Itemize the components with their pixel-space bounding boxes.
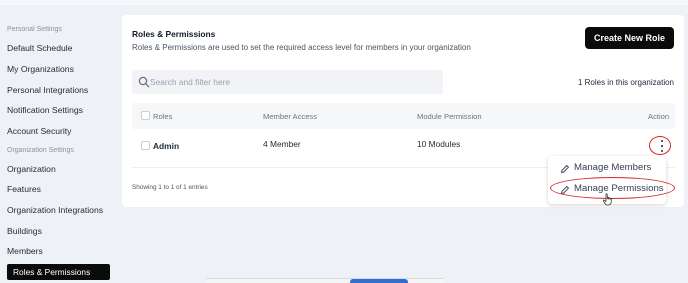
column-header-module-permission: Module Permission	[417, 112, 482, 121]
sidebar-section-personal: Personal Settings	[7, 26, 62, 33]
annotation-circle-action	[649, 136, 671, 155]
bottom-bar	[206, 278, 444, 283]
search-bar[interactable]	[132, 70, 443, 94]
table-header: Roles Member Access Module Permission Ac…	[132, 103, 675, 129]
pencil-icon	[561, 165, 569, 173]
entries-info: Showing 1 to 1 of 1 entries	[132, 184, 208, 191]
page-description: Roles & Permissions are used to set the …	[132, 43, 471, 52]
select-all-checkbox[interactable]	[141, 111, 150, 120]
column-header-roles: Roles	[153, 112, 173, 121]
sidebar-section-organization: Organization Settings	[7, 147, 74, 154]
sidebar-item-features[interactable]: Features	[7, 184, 41, 194]
sidebar-item-my-organizations[interactable]: My Organizations	[7, 64, 74, 74]
sidebar-item-personal-integrations[interactable]: Personal Integrations	[7, 85, 88, 95]
create-new-role-button[interactable]: Create New Role	[585, 27, 674, 49]
sidebar-item-members[interactable]: Members	[7, 246, 43, 256]
sidebar: Personal Settings Default Schedule My Or…	[0, 5, 118, 283]
role-name: Admin	[153, 141, 180, 151]
sidebar-item-notification-settings[interactable]: Notification Settings	[7, 105, 83, 115]
column-header-action: Action	[648, 112, 670, 121]
sidebar-item-account-security[interactable]: Account Security	[7, 126, 71, 136]
hand-pointer-icon	[602, 193, 612, 206]
search-input[interactable]	[150, 74, 430, 90]
manage-members-label: Manage Members	[574, 162, 652, 173]
column-header-member-access: Member Access	[263, 112, 318, 121]
member-access-value: 4 Member	[263, 139, 301, 149]
row-checkbox[interactable]	[141, 141, 150, 150]
sidebar-item-roles-permissions[interactable]: Roles & Permissions	[7, 264, 110, 280]
bottom-indicator	[350, 279, 408, 283]
roles-count: 1 Roles in this organization	[577, 78, 674, 87]
sidebar-item-default-schedule[interactable]: Default Schedule	[7, 43, 72, 53]
sidebar-item-organization-integrations[interactable]: Organization Integrations	[7, 205, 103, 215]
manage-members-menu-item[interactable]: Manage Members	[548, 159, 666, 179]
module-permission-value: 10 Modules	[417, 139, 461, 149]
sidebar-item-buildings[interactable]: Buildings	[7, 226, 42, 236]
page-title: Roles & Permissions	[132, 29, 216, 39]
sidebar-item-organization[interactable]: Organization	[7, 164, 56, 174]
search-icon	[138, 76, 150, 88]
